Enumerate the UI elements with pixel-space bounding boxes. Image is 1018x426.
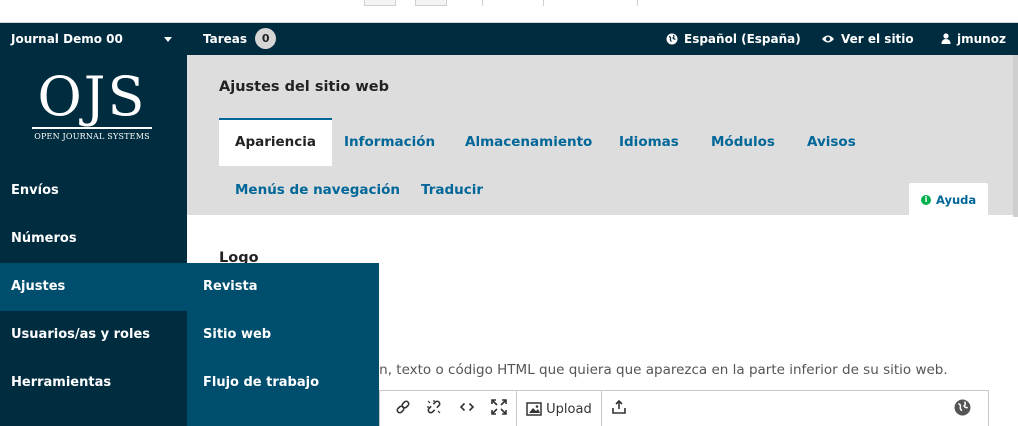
help-button[interactable]: i Ayuda bbox=[909, 183, 988, 215]
image-upload-button[interactable]: Upload bbox=[526, 399, 592, 421]
language-selector[interactable]: Español (España) bbox=[666, 23, 801, 55]
top-header-bar: Journal Demo 00 Tareas 0 Español (España… bbox=[0, 23, 1018, 55]
unlink-button[interactable] bbox=[426, 399, 442, 421]
code-icon bbox=[459, 402, 475, 412]
footer-description: agen, texto o código HTML que quiera que… bbox=[354, 362, 948, 378]
tab-avisos[interactable]: Avisos bbox=[807, 118, 856, 166]
sidebar-item-label: Envíos bbox=[11, 183, 59, 198]
help-label: Ayuda bbox=[936, 193, 977, 207]
sidebar-item-ajustes[interactable]: Ajustes bbox=[0, 263, 187, 311]
tab-modulos[interactable]: Módulos bbox=[711, 118, 775, 166]
submenu-item-sitio-web[interactable]: Sitio web bbox=[187, 311, 379, 359]
globe-icon bbox=[666, 33, 678, 44]
sidebar-item-numeros[interactable]: Números bbox=[0, 215, 187, 263]
editor-toolbar: Upload bbox=[379, 390, 989, 426]
sidebar-item-label: Ajustes bbox=[11, 279, 66, 294]
sidebar-item-label: Usuarios/as y roles bbox=[11, 327, 150, 342]
user-menu[interactable]: jmunoz bbox=[941, 23, 1006, 55]
info-icon: i bbox=[921, 194, 931, 205]
chevron-down-icon bbox=[164, 37, 172, 42]
sidebar-item-usuarios[interactable]: Usuarios/as y roles bbox=[0, 311, 187, 359]
language-toggle-button[interactable] bbox=[954, 399, 971, 421]
sidebar-item-label: Números bbox=[11, 231, 77, 246]
tab-almacenamiento[interactable]: Almacenamiento bbox=[465, 118, 592, 166]
sidebar-item-herramientas[interactable]: Herramientas bbox=[0, 359, 187, 407]
username: jmunoz bbox=[957, 32, 1006, 46]
logo-mark: OJS bbox=[37, 65, 147, 128]
eye-icon bbox=[822, 35, 834, 42]
tab-apariencia[interactable]: Apariencia bbox=[219, 118, 333, 166]
user-icon bbox=[941, 33, 951, 44]
view-site-label: Ver el sitio bbox=[841, 32, 914, 46]
upload-icon bbox=[612, 399, 626, 414]
language-label: Español (España) bbox=[684, 32, 801, 46]
submenu-item-flujo-trabajo[interactable]: Flujo de trabajo bbox=[187, 359, 379, 407]
tasks-label: Tareas bbox=[203, 32, 248, 46]
fullscreen-button[interactable] bbox=[491, 399, 507, 421]
sidebar-item-label: Herramientas bbox=[11, 375, 112, 390]
unlink-icon bbox=[427, 400, 441, 414]
journal-switcher[interactable]: Journal Demo 00 bbox=[11, 23, 176, 55]
settings-submenu: Revista Sitio web Flujo de trabajo bbox=[187, 263, 379, 426]
browser-toolbar-divider bbox=[543, 0, 544, 6]
logo-tagline: OPEN JOURNAL SYSTEMS bbox=[34, 132, 150, 141]
submenu-item-label: Sitio web bbox=[203, 327, 272, 342]
link-icon bbox=[396, 400, 410, 414]
scrollbar[interactable] bbox=[1013, 55, 1018, 217]
submenu-item-label: Flujo de trabajo bbox=[203, 375, 320, 390]
image-icon bbox=[526, 401, 542, 416]
view-site-link[interactable]: Ver el sitio bbox=[821, 23, 914, 55]
ojs-logo[interactable]: OJS OPEN JOURNAL SYSTEMS bbox=[30, 69, 154, 155]
tasks-count-badge: 0 bbox=[255, 28, 277, 49]
link-button[interactable] bbox=[395, 399, 411, 421]
tab-menus-navegacion[interactable]: Menús de navegación bbox=[235, 166, 400, 214]
submenu-item-label: Revista bbox=[203, 279, 258, 294]
tasks-button[interactable]: Tareas 0 bbox=[203, 23, 277, 55]
source-code-button[interactable] bbox=[459, 399, 475, 421]
browser-toolbar-segment bbox=[415, 0, 447, 6]
journal-name: Journal Demo 00 bbox=[11, 32, 123, 46]
toolbar-separator bbox=[516, 391, 517, 426]
page-title: Ajustes del sitio web bbox=[219, 79, 389, 95]
browser-toolbar-divider bbox=[482, 0, 483, 6]
page-header: Ajustes del sitio web Apariencia Informa… bbox=[187, 55, 1018, 215]
browser-toolbar-segment bbox=[364, 0, 396, 6]
browser-chrome bbox=[0, 0, 1018, 23]
submenu-item-revista[interactable]: Revista bbox=[187, 263, 379, 311]
sidebar-item-envios[interactable]: Envíos bbox=[0, 167, 187, 215]
tab-traducir[interactable]: Traducir bbox=[421, 166, 483, 214]
insert-file-button[interactable] bbox=[611, 399, 627, 421]
upload-label: Upload bbox=[546, 402, 592, 417]
fullscreen-icon bbox=[491, 399, 507, 415]
browser-toolbar-divider bbox=[637, 0, 638, 6]
globe-icon bbox=[954, 399, 971, 416]
toolbar-separator bbox=[601, 391, 602, 426]
tab-idiomas[interactable]: Idiomas bbox=[619, 118, 679, 166]
tab-informacion[interactable]: Información bbox=[344, 118, 435, 166]
